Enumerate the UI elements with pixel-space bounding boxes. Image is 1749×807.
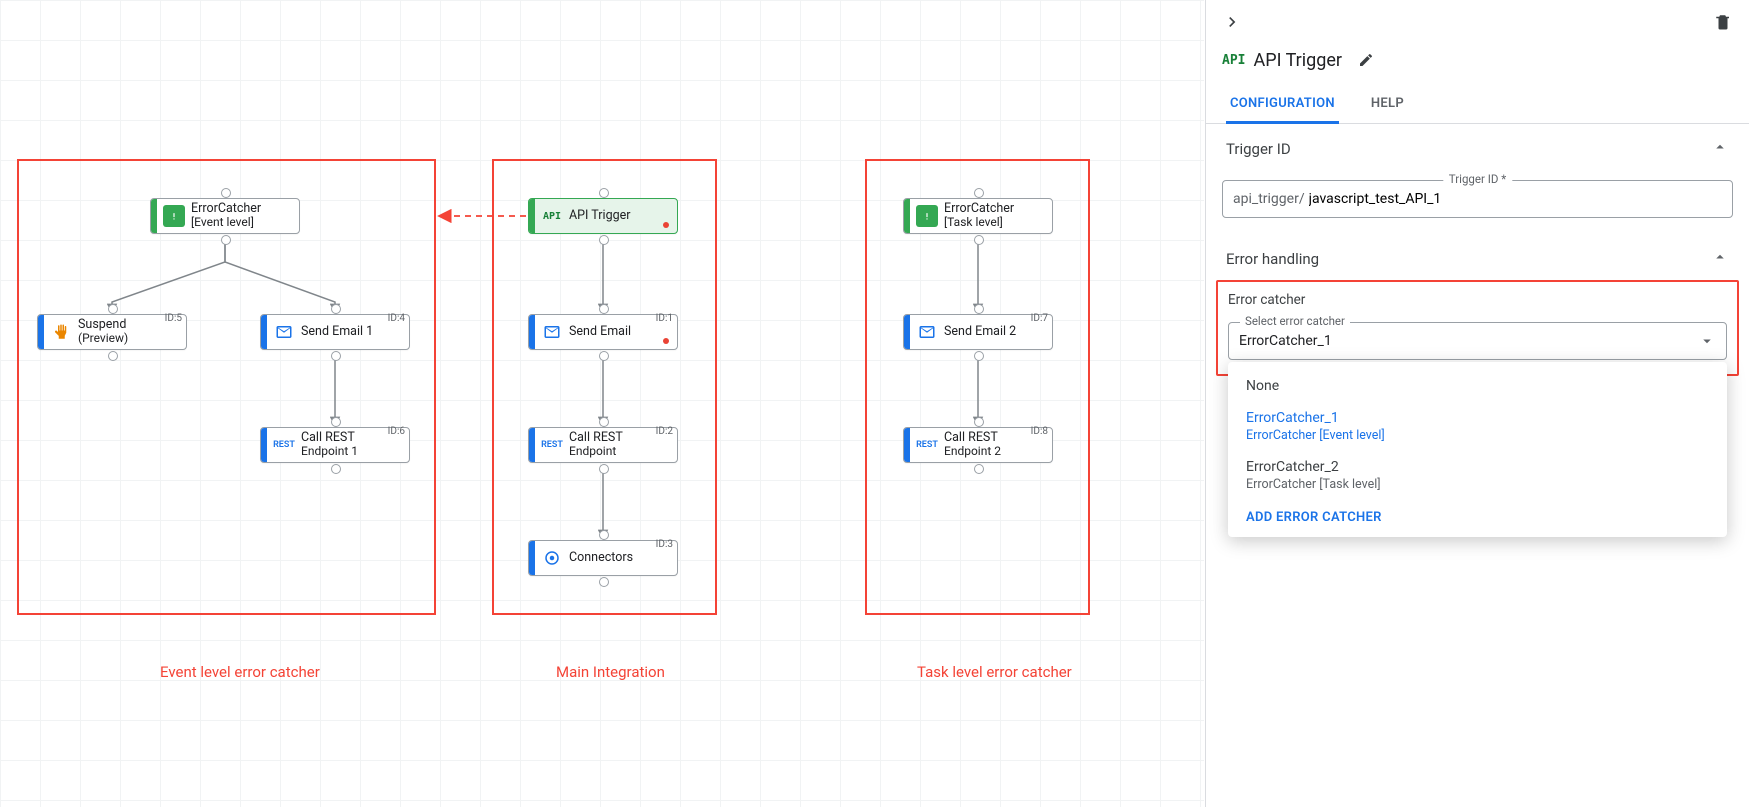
section-title: Error handling <box>1226 250 1319 268</box>
node-label: Send Email 1 <box>301 325 405 339</box>
node-id: ID:4 <box>388 313 405 324</box>
node-rest-2[interactable]: REST Call REST Endpoint 2 ID:8 <box>903 427 1053 463</box>
add-error-catcher-button[interactable]: ADD ERROR CATCHER <box>1228 500 1727 531</box>
edit-title-button[interactable] <box>1350 44 1382 76</box>
section-error-handling-header[interactable]: Error handling <box>1206 234 1749 280</box>
error-dot-icon <box>663 222 669 228</box>
workflow-canvas[interactable]: Event level error catcher Main Integrati… <box>0 0 1204 807</box>
tab-configuration[interactable]: CONFIGURATION <box>1226 88 1339 124</box>
rest-icon: REST <box>541 434 563 456</box>
node-label: Send Email 2 <box>944 325 1048 339</box>
node-send-email-1[interactable]: Send Email 1 ID:4 <box>260 314 410 350</box>
mail-icon <box>916 321 938 343</box>
delete-button[interactable] <box>1707 6 1739 38</box>
main-section-caption: Main Integration <box>556 663 665 681</box>
mail-icon <box>541 321 563 343</box>
error-catcher-dropdown: None ErrorCatcher_1 ErrorCatcher [Event … <box>1228 362 1727 537</box>
node-rest-1[interactable]: REST Call REST Endpoint 1 ID:6 <box>260 427 410 463</box>
node-label: Connectors <box>569 551 673 565</box>
node-sublabel: Endpoint 2 <box>944 445 1048 459</box>
node-suspend[interactable]: Suspend (Preview) ID:5 <box>37 314 187 350</box>
error-icon <box>163 205 185 227</box>
collapse-panel-button[interactable] <box>1216 6 1248 38</box>
error-catcher-block: Error catcher Select error catcher Error… <box>1216 280 1739 376</box>
chevron-right-icon <box>1222 12 1242 32</box>
node-id: ID:5 <box>165 313 182 324</box>
trash-icon <box>1714 13 1732 31</box>
node-send-email[interactable]: Send Email ID:1 <box>528 314 678 350</box>
node-label: API Trigger <box>569 209 673 223</box>
node-send-email-2[interactable]: Send Email 2 ID:7 <box>903 314 1053 350</box>
node-id: ID:3 <box>656 539 673 550</box>
connector-icon <box>541 547 563 569</box>
node-label: ErrorCatcher <box>191 202 295 216</box>
rest-icon: REST <box>273 434 295 456</box>
section-trigger-id-header[interactable]: Trigger ID <box>1206 124 1749 170</box>
mail-icon <box>273 321 295 343</box>
rest-icon: REST <box>916 434 938 456</box>
node-connectors[interactable]: Connectors ID:3 <box>528 540 678 576</box>
node-id: ID:2 <box>656 426 673 437</box>
node-id: ID:6 <box>388 426 405 437</box>
trigger-id-prefix: api_trigger/ <box>1233 191 1305 207</box>
error-icon <box>916 205 938 227</box>
event-section-caption: Event level error catcher <box>160 663 320 681</box>
node-errorcatcher-event[interactable]: ErrorCatcher [Event level] <box>150 198 300 234</box>
api-icon: API <box>541 205 563 227</box>
pencil-icon <box>1358 52 1374 68</box>
node-label: Send Email <box>569 325 673 339</box>
error-dot-icon <box>663 338 669 344</box>
trigger-id-input[interactable] <box>1307 190 1722 208</box>
panel-title: API Trigger <box>1253 50 1342 71</box>
node-id: ID:1 <box>656 313 673 324</box>
node-errorcatcher-task[interactable]: ErrorCatcher [Task level] <box>903 198 1053 234</box>
chevron-up-icon <box>1711 138 1729 160</box>
api-icon: API <box>1222 53 1245 68</box>
chevron-down-icon <box>1698 332 1716 350</box>
properties-panel: API API Trigger CONFIGURATION HELP Trigg… <box>1205 0 1749 807</box>
node-label: ErrorCatcher <box>944 202 1048 216</box>
node-sublabel: Endpoint 1 <box>301 445 405 459</box>
tabs: CONFIGURATION HELP <box>1206 88 1749 124</box>
node-id: ID:7 <box>1031 313 1048 324</box>
select-label: Select error catcher <box>1240 314 1350 328</box>
dropdown-option-1[interactable]: ErrorCatcher_1 ErrorCatcher [Event level… <box>1228 402 1727 451</box>
node-sublabel: [Event level] <box>191 216 295 230</box>
error-catcher-title: Error catcher <box>1228 292 1727 308</box>
dropdown-option-2[interactable]: ErrorCatcher_2 ErrorCatcher [Task level] <box>1228 451 1727 500</box>
node-sublabel: [Task level] <box>944 216 1048 230</box>
hand-icon <box>50 321 72 343</box>
dropdown-option-none[interactable]: None <box>1228 370 1727 402</box>
task-section-caption: Task level error catcher <box>917 663 1072 681</box>
node-sublabel: Endpoint <box>569 445 673 459</box>
tab-help[interactable]: HELP <box>1367 88 1408 123</box>
node-sublabel: (Preview) <box>78 332 182 346</box>
select-value: ErrorCatcher_1 <box>1239 333 1332 349</box>
node-api-trigger[interactable]: API API Trigger <box>528 198 678 234</box>
chevron-up-icon <box>1711 248 1729 270</box>
section-title: Trigger ID <box>1226 140 1291 158</box>
node-id: ID:8 <box>1031 426 1048 437</box>
node-rest[interactable]: REST Call REST Endpoint ID:2 <box>528 427 678 463</box>
field-label: Trigger ID * <box>1443 172 1512 186</box>
